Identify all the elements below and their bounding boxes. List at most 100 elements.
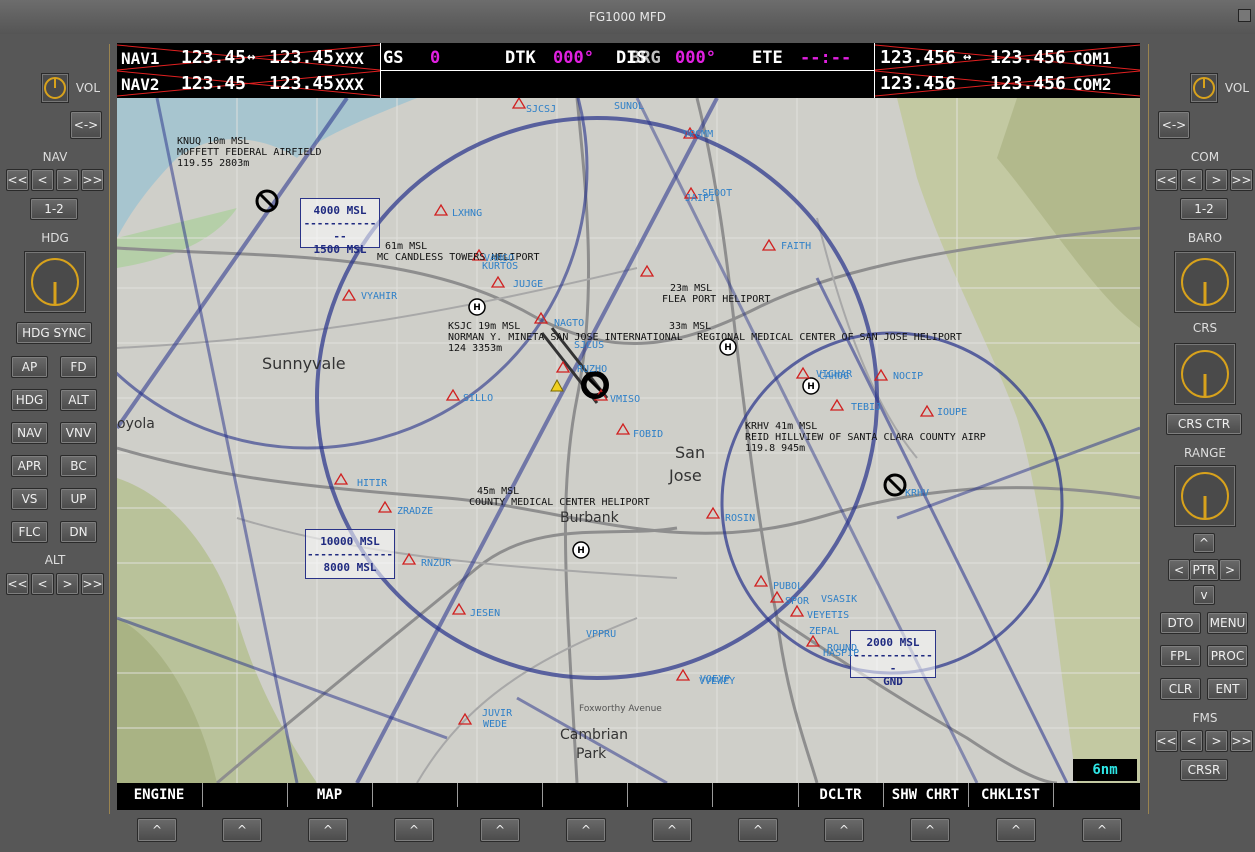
fms-coarse-left-button[interactable]: <<	[1155, 730, 1178, 752]
joystick-left-button[interactable]: <	[1168, 559, 1190, 581]
fms-fine-left-button[interactable]: <	[1180, 730, 1203, 752]
ap-flc-button[interactable]: FLC	[11, 521, 48, 543]
softkey-4[interactable]	[372, 783, 456, 807]
softkey-dcltr[interactable]: DCLTR	[798, 783, 882, 807]
gs-label: GS	[383, 48, 404, 68]
alt-fine-right-button[interactable]: >	[56, 573, 79, 595]
softkey-button-11[interactable]: ^	[996, 818, 1036, 842]
dto-button[interactable]: DTO	[1160, 612, 1201, 634]
crs-knob[interactable]	[1174, 343, 1236, 405]
softkey-map[interactable]: MAP	[287, 783, 371, 807]
nav-1-2-button[interactable]: 1-2	[30, 198, 78, 220]
ent-button[interactable]: ENT	[1207, 678, 1248, 700]
softkey-shw-chrt[interactable]: SHW CHRT	[883, 783, 967, 807]
com-1-2-button[interactable]: 1-2	[1180, 198, 1228, 220]
ap-dn-button[interactable]: DN	[60, 521, 97, 543]
softkey-12[interactable]	[1053, 783, 1137, 807]
fms-fine-right-button[interactable]: >	[1205, 730, 1228, 752]
softkey-chklist[interactable]: CHKLIST	[968, 783, 1052, 807]
fix-label: NOCIP	[893, 371, 924, 382]
fix-label: ROUND	[827, 643, 858, 654]
nav2-ident: XXX	[335, 75, 364, 94]
ap-hdg-button[interactable]: HDG	[11, 389, 48, 411]
alt-coarse-right-button[interactable]: >>	[81, 573, 104, 595]
ap-nav-button[interactable]: NAV	[11, 422, 48, 444]
softkey-button-12[interactable]: ^	[1082, 818, 1122, 842]
softkey-button-8[interactable]: ^	[738, 818, 778, 842]
alt-coarse-left-button[interactable]: <<	[6, 573, 29, 595]
com-radio-box[interactable]: 123.456 ↔ 123.456 COM1 123.456 123.456 C…	[875, 43, 1140, 98]
com-fine-left-button[interactable]: <	[1180, 169, 1203, 191]
ap-vs-button[interactable]: VS	[11, 488, 48, 510]
fms-coarse-right-button[interactable]: >>	[1230, 730, 1253, 752]
softkey-engine[interactable]: ENGINE	[117, 783, 201, 807]
fix-label: VPCMM	[683, 129, 714, 140]
range-knob[interactable]	[1174, 465, 1236, 527]
softkey-2[interactable]	[202, 783, 286, 807]
joystick-up-button[interactable]: ^	[1193, 533, 1215, 553]
fix-label: WEDE	[483, 719, 508, 730]
hdg-knob[interactable]	[24, 251, 86, 313]
com-coarse-left-button[interactable]: <<	[1155, 169, 1178, 191]
ap-up-button[interactable]: UP	[60, 488, 97, 510]
nav-fine-left-button[interactable]: <	[31, 169, 54, 191]
softkey-8[interactable]	[712, 783, 796, 807]
fpl-button[interactable]: FPL	[1160, 645, 1201, 667]
hdg-knob-icon	[31, 258, 79, 306]
softkey-button-1[interactable]: ^	[137, 818, 177, 842]
com-coarse-right-button[interactable]: >>	[1230, 169, 1253, 191]
softkey-6[interactable]	[542, 783, 626, 807]
fix-label: RUZHO	[577, 364, 608, 375]
clr-button[interactable]: CLR	[1160, 678, 1201, 700]
com-swap-button[interactable]: <->	[1158, 111, 1190, 139]
ap-bc-button[interactable]: BC	[60, 455, 97, 477]
fix-label: JUJGE	[513, 279, 544, 290]
nav2-standby-freq: 123.45	[269, 73, 335, 94]
menu-button[interactable]: MENU	[1207, 612, 1248, 634]
softkey-button-5[interactable]: ^	[480, 818, 520, 842]
ap-alt-button[interactable]: ALT	[60, 389, 97, 411]
joystick-right-button[interactable]: >	[1219, 559, 1241, 581]
fix-label: IOUPE	[937, 407, 968, 418]
alt-fine-left-button[interactable]: <	[31, 573, 54, 595]
softkey-button-10[interactable]: ^	[910, 818, 950, 842]
com-fine-right-button[interactable]: >	[1205, 169, 1228, 191]
moving-map[interactable]: HHHH KNUQ 10m MSL MOFFETT FEDERAL AIRFIE…	[117, 98, 1140, 783]
ap-button[interactable]: AP	[11, 356, 48, 378]
crsr-button[interactable]: CRSR	[1180, 759, 1228, 781]
softkey-button-6[interactable]: ^	[566, 818, 606, 842]
nav-fine-right-button[interactable]: >	[56, 169, 79, 191]
joystick-down-button[interactable]: v	[1193, 585, 1215, 605]
crs-ctr-button[interactable]: CRS CTR	[1166, 413, 1242, 435]
com-volume-knob[interactable]	[1190, 73, 1218, 103]
nav-volume-knob[interactable]	[41, 73, 69, 103]
softkey-button-4[interactable]: ^	[394, 818, 434, 842]
swap-arrow-icon: ↔	[963, 49, 972, 65]
nav-coarse-left-button[interactable]: <<	[6, 169, 29, 191]
vol-label: VOL	[75, 81, 101, 95]
fix-label: VYAHIR	[361, 291, 398, 302]
softkey-button-9[interactable]: ^	[824, 818, 864, 842]
proc-button[interactable]: PROC	[1207, 645, 1248, 667]
fd-button[interactable]: FD	[60, 356, 97, 378]
fix-label: CAHOG	[819, 371, 850, 382]
softkey-button-2[interactable]: ^	[222, 818, 262, 842]
range-knob-icon	[1181, 472, 1229, 520]
joystick-ptr-button[interactable]: PTR	[1189, 559, 1219, 581]
hdg-sync-button[interactable]: HDG SYNC	[16, 322, 92, 344]
ap-vnv-button[interactable]: VNV	[60, 422, 97, 444]
window-maximize-button[interactable]	[1238, 9, 1251, 22]
baro-knob-icon	[1181, 258, 1229, 306]
brg-label: BRG	[630, 48, 661, 68]
nav-radio-box[interactable]: NAV1 123.45 ↔ 123.45 XXX NAV2 123.45 123…	[117, 43, 380, 98]
softkey-5[interactable]	[457, 783, 541, 807]
nav-swap-button[interactable]: <->	[70, 111, 102, 139]
softkey-7[interactable]	[627, 783, 711, 807]
nav-coarse-right-button[interactable]: >>	[81, 169, 104, 191]
ap-apr-button[interactable]: APR	[11, 455, 48, 477]
fix-label: VPPRU	[586, 629, 617, 640]
baro-knob[interactable]	[1174, 251, 1236, 313]
softkey-button-3[interactable]: ^	[308, 818, 348, 842]
fix-label: RNZUR	[421, 558, 452, 569]
softkey-button-7[interactable]: ^	[652, 818, 692, 842]
